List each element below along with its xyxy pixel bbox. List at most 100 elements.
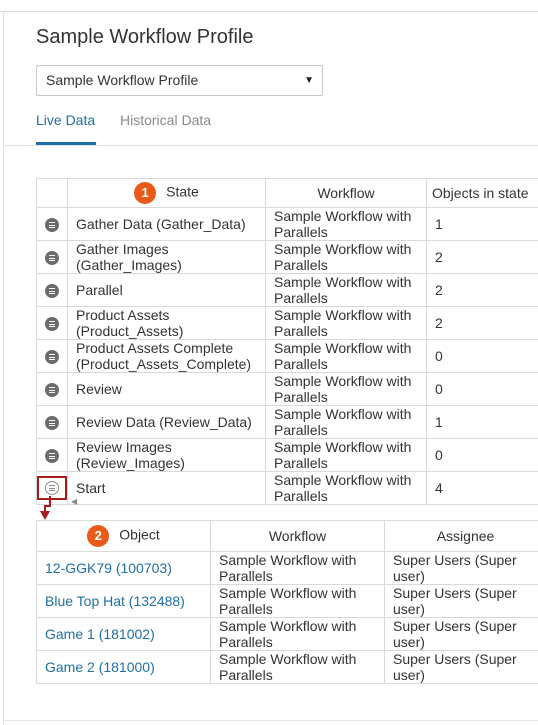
workflow-cell: Sample Workflow with Parallels	[210, 617, 385, 651]
dropdown-caret-icon: ▼	[304, 75, 314, 86]
cell-line: Parallels	[274, 356, 328, 372]
table-row[interactable]: Game 2 (181000) Sample Workflow with Paral…	[36, 650, 538, 684]
object-link[interactable]: Game 1 (181002)	[45, 626, 155, 642]
object-table-header: 2 Object Workflow Assignee	[36, 520, 538, 552]
table-row[interactable]: Review Data (Review_Data) Sample Workflow…	[36, 405, 538, 439]
select-column-header	[36, 178, 68, 208]
cell-line: Parallels	[219, 634, 273, 650]
list-icon[interactable]	[45, 481, 59, 495]
cell-line: Super Users (Super	[393, 585, 517, 602]
objects-in-state-cell: 1	[426, 207, 538, 241]
cell-line: Sample Workflow with	[274, 472, 412, 489]
state-cell: Review Data (Review_Data)	[67, 405, 266, 439]
workflow-cell: Sample Workflow with Parallels	[265, 405, 427, 439]
table-row[interactable]: Blue Top Hat (132488) Sample Workflow wit…	[36, 584, 538, 618]
cell-line: Super Users (Super	[393, 552, 517, 569]
workflow-cell: Sample Workflow with Parallels	[265, 372, 427, 406]
list-icon[interactable]	[45, 218, 59, 233]
list-icon[interactable]	[45, 284, 59, 299]
workflow-cell: Sample Workflow with Parallels	[265, 438, 427, 472]
cell-line: (Gather_Images)	[76, 257, 182, 273]
cell-line: Super Users (Super	[393, 651, 517, 668]
list-icon[interactable]	[45, 383, 59, 398]
callout-arrow-icon	[40, 496, 51, 520]
cell-line: Sample Workflow with	[274, 373, 412, 390]
cell-line: Sample Workflow with	[219, 552, 357, 569]
row-action-cell[interactable]	[36, 372, 68, 406]
object-cell: Game 2 (181000)	[36, 650, 211, 684]
cell-line: Parallels	[274, 290, 328, 306]
list-icon[interactable]	[45, 350, 59, 365]
table-row[interactable]: Review Sample Workflow with Parallels 0	[36, 372, 538, 406]
object-link[interactable]: Game 2 (181000)	[45, 659, 155, 675]
workflow-profile-select[interactable]: Sample Workflow Profile ▼	[36, 65, 323, 96]
tab-historical-data[interactable]: Historical Data	[120, 112, 211, 128]
table-row[interactable]: Review Images (Review_Images) Sample Workf…	[36, 438, 538, 472]
table-row[interactable]: Product Assets Complete (Product_Assets_C…	[36, 339, 538, 373]
row-action-cell[interactable]	[36, 438, 68, 472]
objects-in-state-cell: 0	[426, 372, 538, 406]
list-icon[interactable]	[45, 449, 59, 464]
object-link[interactable]: Blue Top Hat (132488)	[45, 593, 185, 609]
objects-in-state-cell: 1	[426, 405, 538, 439]
workflow-cell: Sample Workflow with Parallels	[210, 551, 385, 585]
list-icon[interactable]	[45, 251, 59, 266]
object-cell: 12-GGK79 (100703)	[36, 551, 211, 585]
row-action-cell[interactable]	[36, 273, 68, 307]
cell-line: Start	[76, 480, 106, 496]
workflow-cell: Sample Workflow with Parallels	[265, 273, 427, 307]
table-row[interactable]: Gather Data (Gather_Data) Sample Workflow…	[36, 207, 538, 241]
cell-line: Parallels	[274, 224, 328, 240]
cell-line: Gather Images	[76, 241, 169, 258]
cell-line: Parallel	[76, 282, 123, 298]
assignee-column-header[interactable]: Assignee	[384, 520, 538, 552]
state-cell: Review	[67, 372, 266, 406]
tab-live-data[interactable]: Live Data	[36, 112, 95, 128]
cell-line: Product Assets Complete	[76, 340, 234, 357]
cell-line: Sample Workflow with	[219, 618, 357, 635]
cell-line: Sample Workflow with	[274, 439, 412, 456]
row-action-cell[interactable]	[36, 306, 68, 340]
table-row[interactable]: Product Assets (Product_Assets) Sample Wor…	[36, 306, 538, 340]
list-icon[interactable]	[45, 317, 59, 332]
cell-line: (Product_Assets)	[76, 323, 184, 339]
row-action-cell[interactable]	[36, 207, 68, 241]
table-row[interactable]: Parallel Sample Workflow with Parallels 2	[36, 273, 538, 307]
cell-line: user)	[393, 667, 425, 683]
bottom-divider	[3, 720, 538, 721]
row-action-cell[interactable]	[36, 339, 68, 373]
workflow-cell: Sample Workflow with Parallels	[210, 650, 385, 684]
scroll-left-icon[interactable]: ◀	[71, 497, 77, 506]
horizontal-scrollbar[interactable]: ◀	[37, 495, 538, 509]
list-icon[interactable]	[45, 416, 59, 431]
cell-line: user)	[393, 601, 425, 617]
callout-badge-1: 1	[134, 182, 157, 204]
row-action-cell[interactable]	[36, 405, 68, 439]
object-table: 2 Object Workflow Assignee 12-GGK79 (1007…	[36, 520, 538, 684]
table-row[interactable]: Game 1 (181002) Sample Workflow with Paral…	[36, 617, 538, 651]
objects-in-state-column-header[interactable]: Objects in state	[426, 178, 538, 208]
state-cell: Gather Images (Gather_Images)	[67, 240, 266, 274]
state-column-header[interactable]: 1 State	[67, 178, 266, 208]
cell-line: (Product_Assets_Complete)	[76, 356, 252, 372]
object-cell: Game 1 (181002)	[36, 617, 211, 651]
state-table: 1 State Workflow Objects in state Gather …	[36, 178, 538, 505]
cell-line: Product Assets	[76, 307, 170, 324]
table-row[interactable]: 12-GGK79 (100703) Sample Workflow with Par…	[36, 551, 538, 585]
workflow-cell: Sample Workflow with Parallels	[210, 584, 385, 618]
workflow-column-header[interactable]: Workflow	[265, 178, 427, 208]
table-row[interactable]: Gather Images (Gather_Images) Sample Workf…	[36, 240, 538, 274]
object-column-header[interactable]: 2 Object	[36, 520, 211, 552]
row-action-cell[interactable]	[36, 240, 68, 274]
cell-line: Sample Workflow with	[274, 406, 412, 423]
cell-line: Review	[76, 381, 122, 397]
objects-in-state-cell: 0	[426, 339, 538, 373]
workflow-column-header[interactable]: Workflow	[210, 520, 385, 552]
cell-line: Sample Workflow with	[274, 241, 412, 258]
tabs-divider	[3, 145, 538, 146]
workflow-cell: Sample Workflow with Parallels	[265, 207, 427, 241]
workflow-cell: Sample Workflow with Parallels	[265, 339, 427, 373]
object-link[interactable]: 12-GGK79 (100703)	[45, 560, 172, 576]
cell-line: user)	[393, 568, 425, 584]
cell-line: Review Data (Review_Data)	[76, 414, 252, 430]
